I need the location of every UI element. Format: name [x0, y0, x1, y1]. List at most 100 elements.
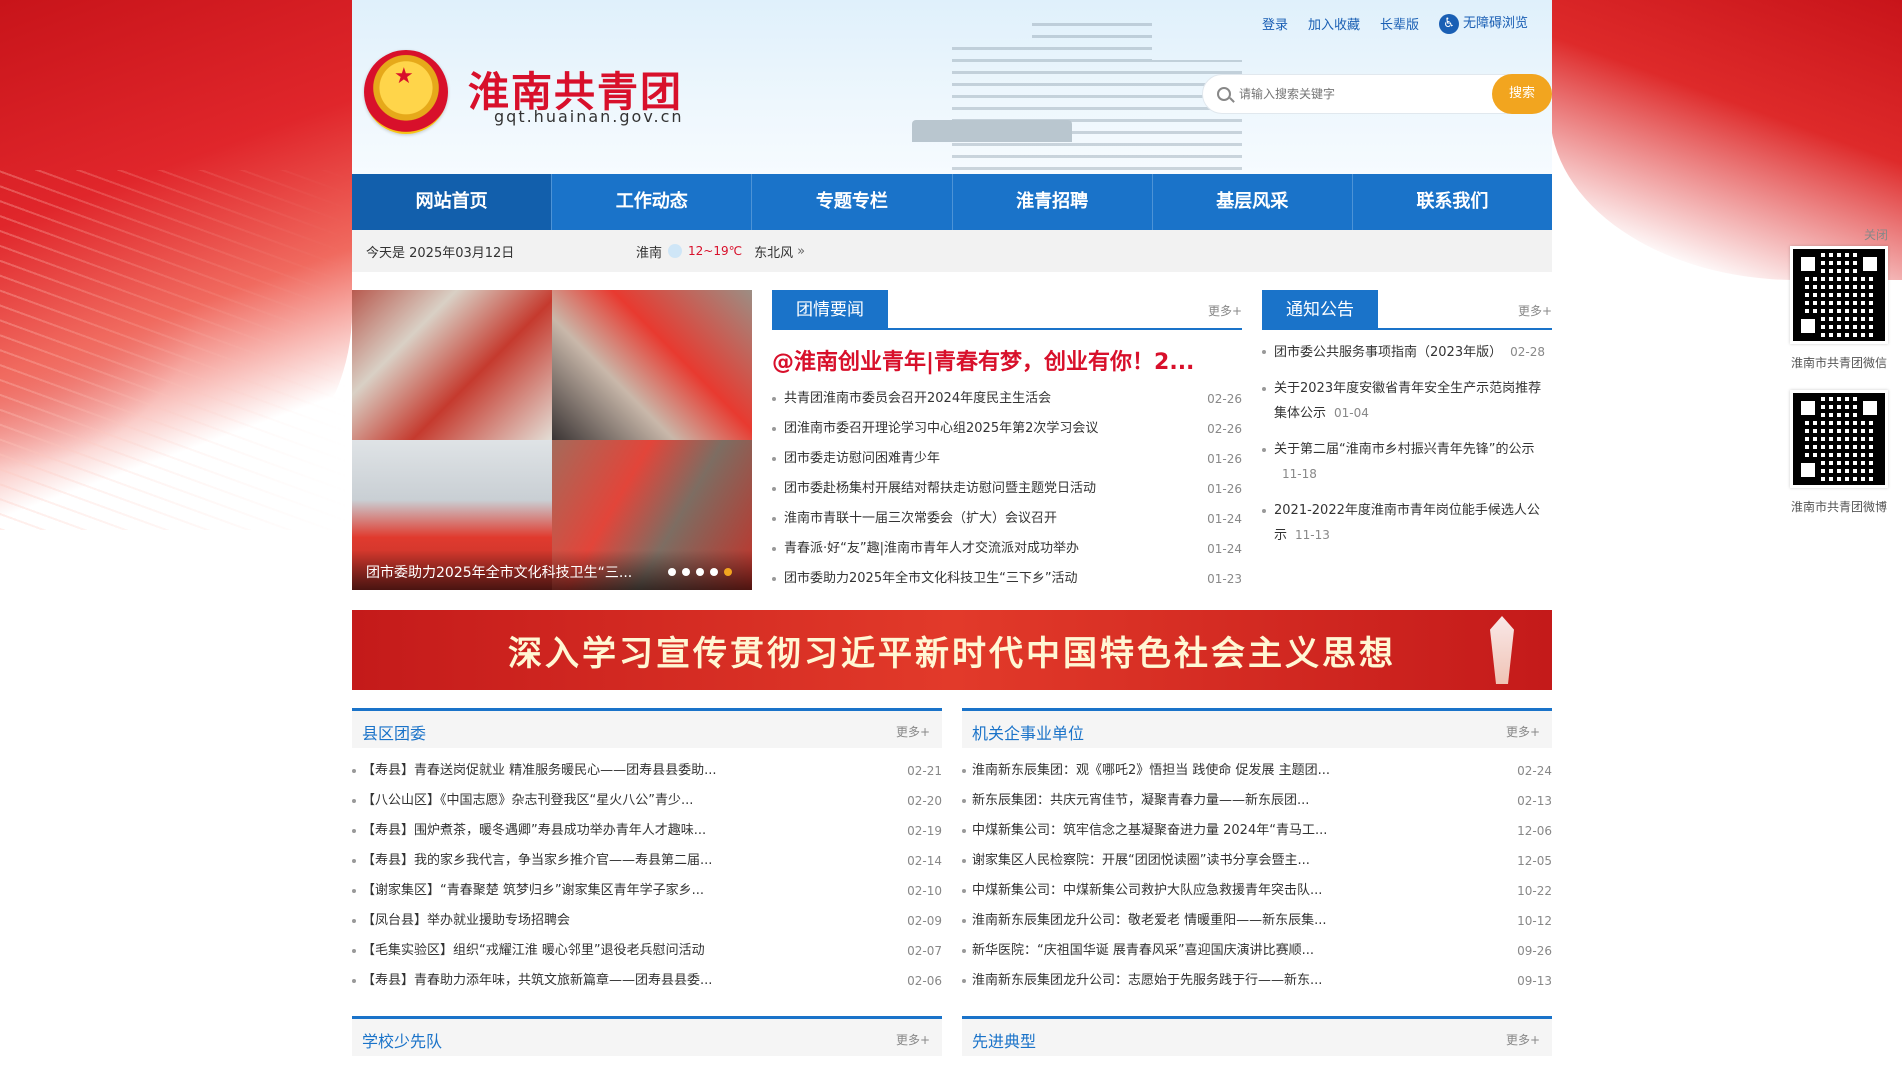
qr-close-button[interactable]: 关闭 [1864, 226, 1888, 243]
news-title: 淮南市青联十一届三次常委会（扩大）会议召开 [772, 504, 1192, 534]
slider-photo [352, 290, 552, 440]
list-item[interactable]: 【寿县】青春送岗促就业 精准服务暖民心——团寿县县委助... 02-21 [352, 756, 942, 786]
league-emblem-logo[interactable]: ★ [364, 50, 448, 134]
item-title: 淮南新东辰集团：观《哪吒2》悟担当 践使命 促发展 主题团... [962, 756, 1472, 786]
list-item[interactable]: 【毛集实验区】组织“戎耀江淮 暖心邻里”退役老兵慰问活动 02-07 [352, 936, 942, 966]
slider-dot[interactable] [710, 568, 718, 576]
panel-list: 【寿县】青春送岗促就业 精准服务暖民心——团寿县县委助... 02-21 【八公山… [352, 748, 942, 996]
weather-city: 淮南 [636, 245, 663, 261]
list-item[interactable]: 淮南新东辰集团龙升公司：敬老爱老 情暖重阳——新东辰集... 10-12 [962, 906, 1552, 936]
nav-item-grassroots[interactable]: 基层风采 [1153, 174, 1353, 230]
list-item[interactable]: 【寿县】围炉煮茶，暖冬遇卿”寿县成功举办青年人才趣味... 02-19 [352, 816, 942, 846]
news-list: 共青团淮南市委员会召开2024年度民主生活会 02-26 团淮南市委召开理论学习中… [772, 384, 1242, 594]
panel-more-link[interactable]: 更多+ [896, 1031, 930, 1048]
list-item[interactable]: 团市委公共服务事项指南（2023年版） 02-28 [1262, 340, 1552, 365]
list-item[interactable]: 2021-2022年度淮南市青年岗位能手候选人公示 11-13 [1262, 499, 1552, 548]
list-item[interactable]: 中煤新集公司：中煤新集公司救护大队应急救援青年突击队... 10-22 [962, 876, 1552, 906]
list-item[interactable]: 【寿县】青春助力添年味，共筑文旅新篇章——团寿县县委... 02-06 [352, 966, 942, 996]
list-item[interactable]: 中煤新集公司：筑牢信念之基凝聚奋进力量 2024年“青马工... 12-06 [962, 816, 1552, 846]
panel-more-link[interactable]: 更多+ [896, 723, 930, 740]
panel-more-link[interactable]: 更多+ [1506, 1031, 1540, 1048]
list-item[interactable]: 团市委赴杨集村开展结对帮扶走访慰问暨主题党日活动 01-26 [772, 474, 1242, 504]
panel-title[interactable]: 机关企事业单位 [972, 720, 1084, 744]
news-date: 01-26 [1207, 482, 1242, 496]
weather-temperature: 12~19℃ [688, 244, 743, 258]
list-item[interactable]: 【凤台县】举办就业援助专场招聘会 02-09 [352, 906, 942, 936]
section-header: 通知公告 更多+ [1262, 290, 1552, 330]
nav-item-special-topics[interactable]: 专题专栏 [752, 174, 953, 230]
nav-item-contact[interactable]: 联系我们 [1353, 174, 1552, 230]
panel-list: 淮南新东辰集团：观《哪吒2》悟担当 践使命 促发展 主题团... 02-24 新东… [962, 748, 1552, 996]
list-item[interactable]: 青春派·好“友”趣|淮南市青年人才交流派对成功举办 01-24 [772, 534, 1242, 564]
qr-weibo: 淮南市共青团微博 [1790, 390, 1888, 515]
header-building-roof [912, 120, 1072, 142]
list-item[interactable]: 关于第二届“淮南市乡村振兴青年先锋”的公示 11-18 [1262, 438, 1552, 487]
slider-dot[interactable] [696, 568, 704, 576]
list-item[interactable]: 团淮南市委召开理论学习中心组2025年第2次学习会议 02-26 [772, 414, 1242, 444]
qr-code-image [1790, 390, 1888, 488]
news-headline[interactable]: @淮南创业青年|青春有梦，创业有你！2... [772, 344, 1242, 376]
news-title: 青春派·好“友”趣|淮南市青年人才交流派对成功举办 [772, 534, 1192, 564]
header-building [1032, 20, 1152, 170]
slider-dot-active[interactable] [724, 568, 732, 576]
news-more-link[interactable]: 更多+ [1208, 302, 1242, 319]
panel-more-link[interactable]: 更多+ [1506, 723, 1540, 740]
item-date: 09-13 [1517, 974, 1552, 988]
panel-title[interactable]: 学校少先队 [362, 1028, 442, 1052]
item-title: 中煤新集公司：中煤新集公司救护大队应急救援青年突击队... [962, 876, 1472, 906]
nav-item-home[interactable]: 网站首页 [352, 174, 553, 230]
news-date: 02-26 [1207, 392, 1242, 406]
notice-more-link[interactable]: 更多+ [1518, 302, 1552, 319]
item-date: 10-12 [1517, 914, 1552, 928]
accessibility-icon: ♿ [1438, 14, 1459, 34]
list-item[interactable]: 关于2023年度安徽省青年安全生产示范岗推荐集体公示 01-04 [1262, 377, 1552, 426]
banner-text: 深入学习宣传贯彻习近平新时代中国特色社会主义思想 [508, 633, 1396, 674]
monument-decoration [1490, 616, 1514, 684]
search-input[interactable] [1239, 87, 1479, 101]
theme-banner[interactable]: 深入学习宣传贯彻习近平新时代中国特色社会主义思想 [352, 610, 1552, 690]
list-item[interactable]: 团市委走访慰问困难青少年 01-26 [772, 444, 1242, 474]
list-item[interactable]: 【寿县】我的家乡我代言，争当家乡推介官——寿县第二届... 02-14 [352, 846, 942, 876]
list-item[interactable]: 新东辰集团：共庆元宵佳节，凝聚青春力量——新东辰团... 02-13 [962, 786, 1552, 816]
tab-notices[interactable]: 通知公告 [1262, 290, 1378, 330]
site-header: ★ 淮南共青团 gqt.huainan.gov.cn 登录 加入收藏 长辈版 ♿… [352, 0, 1552, 174]
accessibility-label: 无障碍浏览 [1462, 16, 1528, 31]
qr-corner [1797, 315, 1819, 337]
item-date: 02-24 [1517, 764, 1552, 778]
search-button[interactable]: 搜索 [1492, 74, 1552, 114]
list-item[interactable]: 新华医院：“庆祖国华诞 展青春风采”喜迎国庆演讲比赛顺... 09-26 [962, 936, 1552, 966]
item-date: 02-09 [907, 914, 942, 928]
news-date: 02-26 [1207, 422, 1242, 436]
league-news-section: 团情要闻 更多+ @淮南创业青年|青春有梦，创业有你！2... 共青团淮南市委员… [772, 290, 1242, 590]
notice-title: 关于第二届“淮南市乡村振兴青年先锋”的公示 [1274, 442, 1535, 457]
item-title: 【寿县】围炉煮茶，暖冬遇卿”寿县成功举办青年人才趣味... [352, 816, 862, 846]
panel-title[interactable]: 先进典型 [972, 1028, 1036, 1052]
add-favorite-link[interactable]: 加入收藏 [1308, 14, 1360, 33]
list-item[interactable]: 淮南新东辰集团：观《哪吒2》悟担当 践使命 促发展 主题团... 02-24 [962, 756, 1552, 786]
list-item[interactable]: 谢家集区人民检察院：开展“团团悦读圈”读书分享会暨主... 12-05 [962, 846, 1552, 876]
nav-item-recruitment[interactable]: 淮青招聘 [953, 174, 1153, 230]
item-date: 02-20 [907, 794, 942, 808]
elder-mode-link[interactable]: 长辈版 [1380, 14, 1419, 33]
slider-dot[interactable] [668, 568, 676, 576]
current-date: 今天是 2025年03月12日 [366, 245, 515, 261]
list-item[interactable]: 共青团淮南市委员会召开2024年度民主生活会 02-26 [772, 384, 1242, 414]
accessibility-link[interactable]: ♿ 无障碍浏览 [1438, 12, 1528, 34]
list-item[interactable]: 【八公山区】《中国志愿》杂志刊登我区“星火八公”青少... 02-20 [352, 786, 942, 816]
list-item[interactable]: 团市委助力2025年全市文化科技卫生“三下乡”活动 01-23 [772, 564, 1242, 594]
slider-dot[interactable] [682, 568, 690, 576]
item-title: 【寿县】青春送岗促就业 精准服务暖民心——团寿县县委助... [352, 756, 862, 786]
chevron-right-icon[interactable]: » [797, 244, 805, 259]
panel-title[interactable]: 县区团委 [362, 720, 426, 744]
item-title: 【八公山区】《中国志愿》杂志刊登我区“星火八公”青少... [352, 786, 862, 816]
panel-header: 机关企事业单位 更多+ [962, 708, 1552, 748]
nav-item-work-news[interactable]: 工作动态 [552, 174, 753, 230]
list-item[interactable]: 淮南市青联十一届三次常委会（扩大）会议召开 01-24 [772, 504, 1242, 534]
list-item[interactable]: 【谢家集区】“青春聚楚 筑梦归乡”谢家集区青年学子家乡... 02-10 [352, 876, 942, 906]
news-title: 团市委走访慰问困难青少年 [772, 444, 1192, 474]
list-item[interactable]: 淮南新东辰集团龙升公司：志愿始于先服务践于行——新东... 09-13 [962, 966, 1552, 996]
tab-league-news[interactable]: 团情要闻 [772, 290, 888, 330]
photo-slider[interactable]: 团市委助力2025年全市文化科技卫生“三... [352, 290, 752, 590]
news-title: 团淮南市委召开理论学习中心组2025年第2次学习会议 [772, 414, 1192, 444]
login-link[interactable]: 登录 [1262, 14, 1288, 33]
